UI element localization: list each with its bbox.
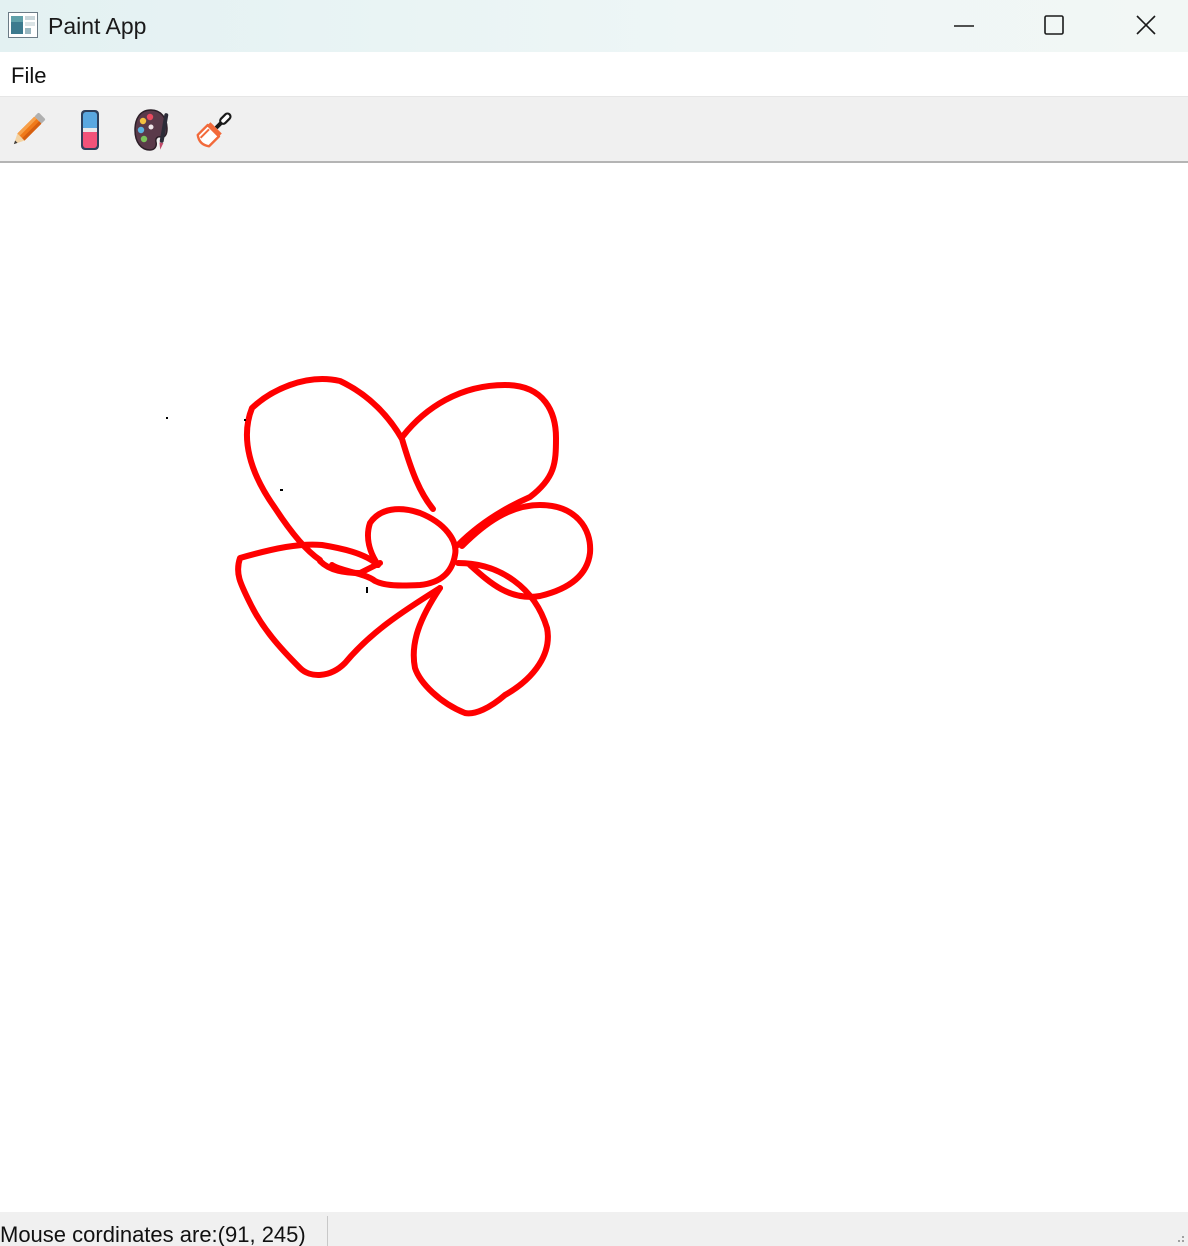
red-stroke [243, 376, 436, 563]
brush-tool-button[interactable] [189, 105, 239, 155]
title-bar[interactable]: Paint App [0, 0, 1188, 52]
close-icon [1136, 15, 1156, 35]
stray-dot [280, 489, 283, 491]
status-separator [327, 1216, 328, 1246]
status-bar: Mouse cordinates are:(91, 245) [0, 1212, 1188, 1246]
maximize-icon [1044, 15, 1064, 35]
red-stroke [400, 382, 559, 548]
drawing-canvas[interactable] [0, 163, 1188, 1212]
color-palette-tool-button[interactable] [127, 105, 177, 155]
red-stroke [459, 502, 594, 600]
menu-file[interactable]: File [2, 60, 55, 92]
close-button[interactable] [1100, 0, 1188, 50]
size-grip-icon[interactable] [1174, 1232, 1186, 1244]
menu-bar: File [0, 52, 1188, 97]
stray-dot [166, 417, 168, 419]
mouse-coordinates-label: Mouse cordinates are:(91, 245) [0, 1222, 306, 1246]
red-stroke [410, 560, 551, 717]
minimize-button[interactable] [918, 0, 1010, 50]
brush-icon [196, 112, 232, 148]
pencil-tool-button[interactable] [3, 105, 53, 155]
window-title: Paint App [48, 13, 147, 39]
red-stroke [235, 541, 443, 678]
minimize-icon [954, 25, 974, 27]
eraser-tool-button[interactable] [65, 105, 115, 155]
toolbar [0, 97, 1188, 163]
drawing-layer [166, 376, 594, 717]
paint-app-window: Paint App File Mouse cordinates are:(91,… [0, 0, 1188, 1246]
stray-dot [244, 419, 246, 421]
pencil-icon [13, 112, 46, 145]
stray-dot [366, 587, 368, 593]
eraser-icon [81, 110, 99, 150]
paint-app-icon [8, 12, 38, 38]
palette-icon [134, 109, 169, 151]
maximize-button[interactable] [1008, 0, 1100, 50]
